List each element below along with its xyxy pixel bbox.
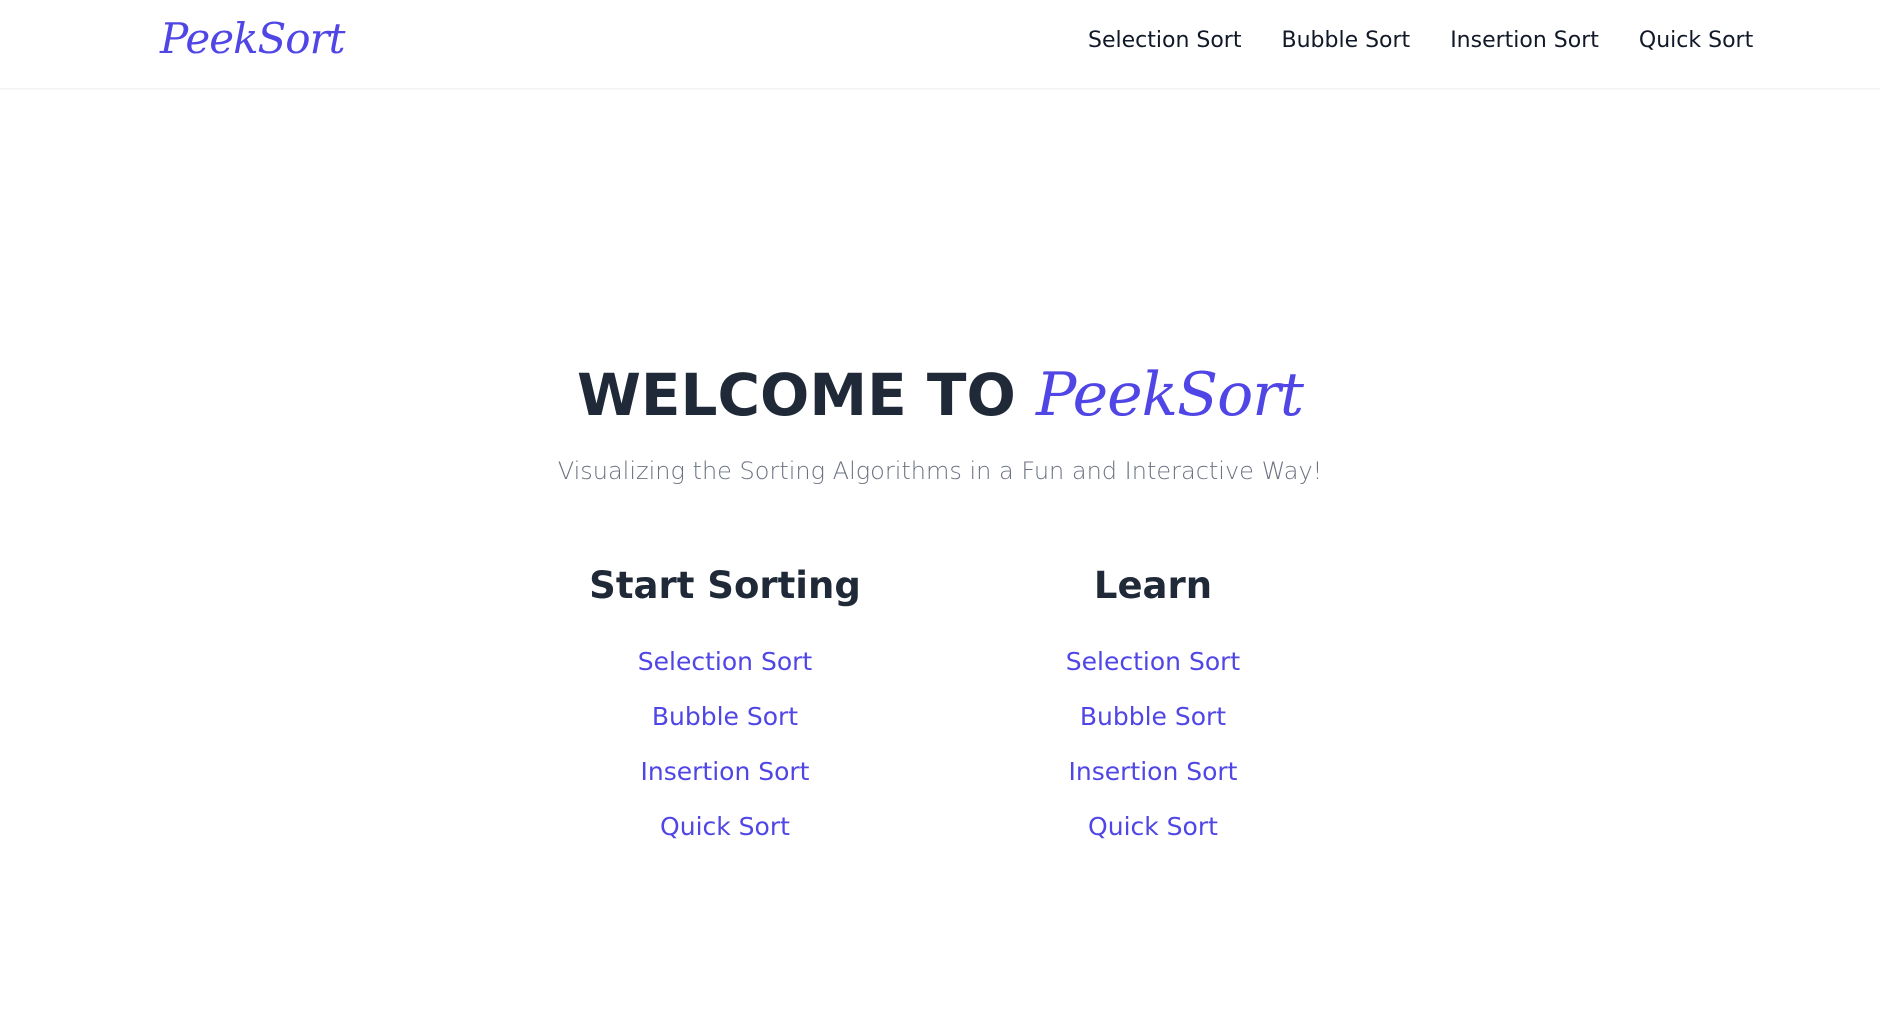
hero-title: WELCOME TO PeekSort	[0, 355, 1880, 435]
learn-link-bubble-sort[interactable]: Bubble Sort	[943, 689, 1363, 744]
learn-link-quick-sort[interactable]: Quick Sort	[943, 799, 1363, 854]
start-link-bubble-sort[interactable]: Bubble Sort	[515, 689, 935, 744]
nav-link-selection-sort[interactable]: Selection Sort	[1088, 28, 1241, 53]
start-sorting-column: Start Sorting Selection Sort Bubble Sort…	[515, 560, 935, 854]
hero-section: WELCOME TO PeekSort Visualizing the Sort…	[0, 355, 1880, 485]
start-link-insertion-sort[interactable]: Insertion Sort	[515, 744, 935, 799]
learn-column: Learn Selection Sort Bubble Sort Inserti…	[943, 560, 1363, 854]
start-link-quick-sort[interactable]: Quick Sort	[515, 799, 935, 854]
hero-title-prefix: WELCOME TO	[576, 361, 1016, 429]
top-navbar: PeekSort Selection Sort Bubble Sort Inse…	[0, 0, 1880, 89]
hero-title-brand: PeekSort	[1035, 360, 1304, 430]
nav-link-quick-sort[interactable]: Quick Sort	[1639, 28, 1753, 53]
learn-link-selection-sort[interactable]: Selection Sort	[943, 634, 1363, 689]
nav-links: Selection Sort Bubble Sort Insertion Sor…	[1088, 28, 1753, 53]
start-link-selection-sort[interactable]: Selection Sort	[515, 634, 935, 689]
nav-link-insertion-sort[interactable]: Insertion Sort	[1450, 28, 1599, 53]
nav-link-bubble-sort[interactable]: Bubble Sort	[1281, 28, 1410, 53]
brand-logo-link[interactable]: PeekSort	[160, 14, 346, 63]
learn-heading: Learn	[1093, 564, 1213, 607]
start-sorting-heading: Start Sorting	[589, 564, 861, 607]
learn-link-insertion-sort[interactable]: Insertion Sort	[943, 744, 1363, 799]
hero-subtitle: Visualizing the Sorting Algorithms in a …	[557, 457, 1323, 485]
